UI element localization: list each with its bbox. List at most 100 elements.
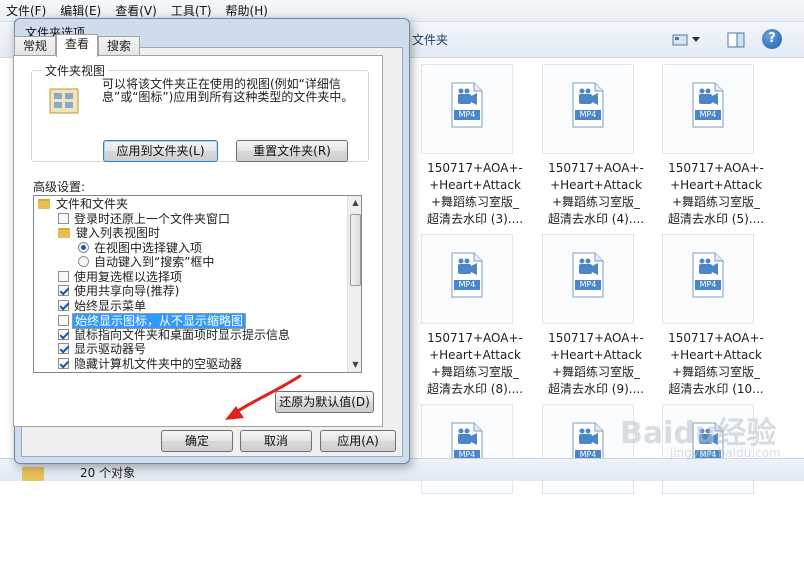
- folder-icon: [58, 228, 70, 238]
- tree-row-label: 键入列表视图时: [76, 226, 161, 240]
- radio-button[interactable]: [78, 241, 89, 253]
- file-thumbnail: MP4: [662, 64, 754, 154]
- tree-row[interactable]: 始终显示菜单: [58, 299, 148, 313]
- checkbox[interactable]: [58, 270, 69, 282]
- tab-view[interactable]: 查看: [56, 34, 99, 57]
- change-view-button[interactable]: [672, 30, 708, 50]
- tree-row[interactable]: 登录时还原上一个文件夹窗口: [58, 212, 232, 226]
- help-icon[interactable]: ?: [762, 29, 782, 49]
- tree-row[interactable]: 鼠标指向文件夹和桌面项时显示提示信息: [58, 328, 292, 342]
- file-type-badge: MP4: [579, 280, 597, 289]
- tab-strip: 常规 查看 搜索: [14, 34, 141, 57]
- video-file-icon: [451, 252, 483, 298]
- apply-to-folders-button[interactable]: 应用到文件夹(L): [103, 140, 218, 162]
- checkbox[interactable]: [58, 315, 69, 326]
- file-thumbnail: MP4: [421, 234, 513, 324]
- tree-row-label: 使用复选框以选择项: [74, 269, 183, 284]
- file-item[interactable]: MP4 150717+AOA+- +Heart+Attack +舞蹈练习室版_ 超…: [416, 58, 536, 228]
- file-type-badge: MP4: [458, 110, 476, 119]
- tree-row-label: 在视图中选择键入项: [94, 240, 203, 255]
- tree-row[interactable]: 隐藏计算机文件夹中的空驱动器: [58, 357, 244, 371]
- tree-row[interactable]: 自动键入到“搜索”框中: [78, 255, 216, 269]
- tree-row-label: 显示驱动器号: [74, 342, 147, 356]
- checkbox[interactable]: [58, 285, 69, 296]
- file-item[interactable]: MP4 150717+AOA+- +Heart+Attack +舞蹈练习室版_ 超…: [537, 58, 657, 228]
- watermark-url: jingyan.baidu.com: [670, 446, 781, 460]
- scroll-down-icon[interactable]: ▼: [348, 358, 361, 372]
- video-file-icon: [451, 82, 483, 128]
- item-count: 20 个对象: [80, 466, 136, 480]
- ok-button[interactable]: 确定: [161, 430, 233, 452]
- file-name: 150717+AOA+- +Heart+Attack +舞蹈练习室版_ 超清去水…: [547, 331, 645, 396]
- cancel-button[interactable]: 取消: [240, 430, 312, 452]
- checkbox[interactable]: [58, 357, 69, 369]
- restore-defaults-button[interactable]: 还原为默认值(D): [275, 391, 374, 413]
- video-file-icon: [692, 82, 724, 128]
- tree-scrollbar[interactable]: ▲ ▼: [347, 196, 361, 372]
- folder-view-group-label: 文件夹视图: [42, 62, 109, 79]
- checkbox[interactable]: [58, 372, 69, 373]
- menu-view[interactable]: 查看(V): [115, 2, 157, 19]
- tree-row[interactable]: 使用共享向导(推荐): [58, 284, 181, 298]
- advanced-settings-tree: 文件和文件夹 登录时还原上一个文件夹窗口 键入列表视图时 在视图中选择键入项 自动键入到…: [33, 195, 362, 373]
- tree-row-label: 自动键入到“搜索”框中: [94, 255, 215, 269]
- menu-tools[interactable]: 工具(T): [171, 2, 212, 19]
- tree-row[interactable]: 始终显示图标，从不显示缩略图: [58, 313, 247, 329]
- new-folder-button[interactable]: 文件夹: [412, 31, 448, 48]
- reset-folders-button[interactable]: 重置文件夹(R): [236, 140, 348, 162]
- video-file-icon: [572, 82, 604, 128]
- file-name: 150717+AOA+- +Heart+Attack +舞蹈练习室版_ 超清去水…: [668, 331, 764, 396]
- tab-general[interactable]: 常规: [14, 36, 57, 56]
- menu-edit[interactable]: 编辑(E): [60, 2, 101, 19]
- checkbox[interactable]: [58, 299, 69, 311]
- file-item[interactable]: MP4 150717+AOA+- +Heart+Attack +舞蹈练习室版_ 超…: [657, 58, 777, 228]
- tree-row-label: 鼠标指向文件夹和桌面项时显示提示信息: [74, 327, 291, 342]
- tree-row-label: 隐藏计算机文件夹中的空驱动器: [74, 356, 243, 371]
- file-name: 150717+AOA+- +Heart+Attack +舞蹈练习室版_ 超清去水…: [547, 161, 645, 226]
- checkbox[interactable]: [58, 328, 69, 340]
- tree-row[interactable]: 隐藏受保护的操作系统文件(推荐): [58, 371, 253, 373]
- advanced-settings-label: 高级设置:: [33, 180, 86, 194]
- file-name: 150717+AOA+- +Heart+Attack +舞蹈练习室版_ 超清去水…: [667, 161, 765, 226]
- folder-icon: [22, 467, 44, 481]
- file-thumbnail: MP4: [542, 64, 634, 154]
- folder-view-icon: [49, 88, 79, 114]
- file-item[interactable]: MP4 150717+AOA+- +Heart+Attack +舞蹈练习室版_ 超…: [537, 228, 657, 398]
- tree-row: 键入列表视图时: [58, 226, 162, 240]
- tab-search[interactable]: 搜索: [98, 36, 141, 56]
- file-item[interactable]: MP4 150717+AOA+- +Heart+Attack +舞蹈练习室版_ 超…: [657, 228, 777, 398]
- file-thumbnail: MP4: [542, 234, 634, 324]
- tree-row-label: 隐藏受保护的操作系统文件(推荐): [72, 371, 253, 372]
- menu-file[interactable]: 文件(F): [6, 2, 46, 19]
- file-name: 150717+AOA+- +Heart+Attack +舞蹈练习室版_ 超清去水…: [426, 161, 524, 226]
- preview-pane-icon[interactable]: [726, 30, 746, 50]
- view-icon: [672, 34, 688, 46]
- file-item[interactable]: MP4 150717+AOA+- +Heart+Attack +舞蹈练习室版_ 超…: [416, 228, 536, 398]
- tree-row-label: 登录时还原上一个文件夹窗口: [74, 211, 231, 226]
- tree-row-label: 使用共享向导(推荐): [74, 284, 180, 298]
- chevron-down-icon: [692, 37, 700, 42]
- tree-row[interactable]: 使用复选框以选择项: [58, 270, 184, 284]
- file-type-badge: MP4: [699, 110, 717, 119]
- checkbox[interactable]: [58, 343, 69, 354]
- scroll-up-icon[interactable]: ▲: [348, 196, 361, 210]
- video-file-icon: [692, 252, 724, 298]
- apply-button[interactable]: 应用(A): [320, 430, 396, 452]
- video-file-icon: [572, 252, 604, 298]
- radio-button[interactable]: [78, 256, 89, 267]
- scroll-thumb[interactable]: [350, 214, 361, 286]
- file-type-badge: MP4: [458, 280, 476, 289]
- tree-row[interactable]: 在视图中选择键入项: [78, 241, 204, 255]
- folder-view-description: 可以将该文件夹正在使用的视图(例如“详细信息”或“图标”)应用到所有这种类型的文…: [102, 77, 354, 104]
- file-thumbnail: MP4: [421, 64, 513, 154]
- file-item[interactable]: MP4: [416, 398, 536, 568]
- file-list: MP4 150717+AOA+- +Heart+Attack +舞蹈练习室版_ 超…: [412, 58, 804, 494]
- folder-icon: [38, 199, 50, 209]
- file-thumbnail: MP4: [662, 234, 754, 324]
- file-type-badge: MP4: [579, 110, 597, 119]
- tree-row[interactable]: 显示驱动器号: [58, 342, 148, 356]
- watermark: Baidu经验 jingyan.baidu.com: [620, 408, 800, 468]
- menu-help[interactable]: 帮助(H): [226, 2, 268, 19]
- checkbox[interactable]: [58, 212, 69, 224]
- tree-row-label: 文件和文件夹: [56, 197, 129, 211]
